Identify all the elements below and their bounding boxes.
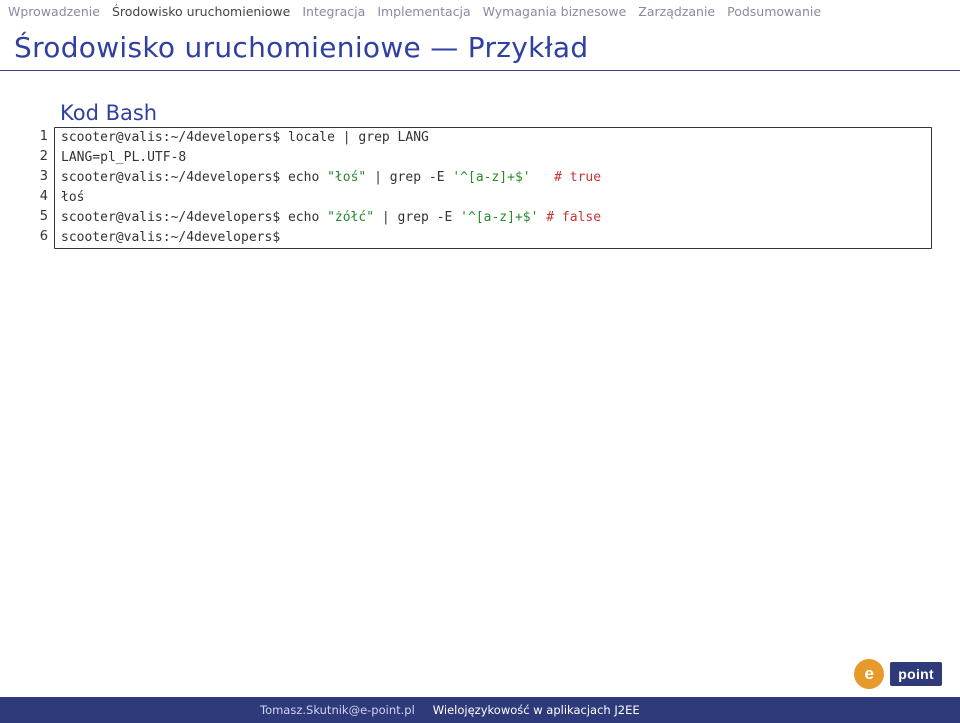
code-token: łoś <box>61 190 84 205</box>
code-line: łoś <box>55 188 931 208</box>
title-rule <box>0 70 960 71</box>
code-token: scooter@valis:~/4developers$ echo <box>61 170 327 185</box>
code-token-tok-kw: # true <box>554 170 601 185</box>
nav-item-3[interactable]: Implementacja <box>377 4 470 19</box>
code-token: scooter@valis:~/4developers$ locale | gr… <box>61 130 429 145</box>
code-line: LANG=pl_PL.UTF-8 <box>55 148 931 168</box>
brand-logo: e point <box>854 659 942 689</box>
footer-bar: Tomasz.Skutnik@e-point.pl Wielojęzykowoś… <box>0 697 960 723</box>
logo-point-label: point <box>890 662 942 686</box>
nav-item-1[interactable]: Środowisko uruchomieniowe <box>112 4 290 19</box>
code-block: Kod Bash 123456 scooter@valis:~/4develop… <box>0 101 960 249</box>
code-token: | grep -E <box>366 170 452 185</box>
footer-talk-title: Wielojęzykowość w aplikacjach J2EE <box>433 703 640 717</box>
line-number: 2 <box>28 147 54 167</box>
code-token: scooter@valis:~/4developers$ <box>61 230 280 245</box>
line-number: 4 <box>28 187 54 207</box>
footer-author: Tomasz.Skutnik@e-point.pl <box>260 703 415 717</box>
code-line: scooter@valis:~/4developers$ locale | gr… <box>55 128 931 148</box>
slide-title: Środowisko uruchomieniowe — Przykład <box>0 25 960 70</box>
code-heading: Kod Bash <box>60 101 932 125</box>
code-line: scooter@valis:~/4developers$ <box>55 228 931 248</box>
code-token-tok-str: "żółć" <box>327 210 374 225</box>
code-token <box>531 170 554 185</box>
line-number: 1 <box>28 127 54 147</box>
code-token-tok-str: '^[a-z]+$' <box>460 210 538 225</box>
code-token-tok-str: "łoś" <box>327 170 366 185</box>
line-number: 6 <box>28 227 54 247</box>
nav-item-4[interactable]: Wymagania biznesowe <box>483 4 627 19</box>
code-token-tok-kw: # false <box>546 210 601 225</box>
code-token: LANG=pl_PL.UTF-8 <box>61 150 186 165</box>
nav-item-2[interactable]: Integracja <box>302 4 365 19</box>
nav-item-6[interactable]: Podsumowanie <box>727 4 821 19</box>
code-box: scooter@valis:~/4developers$ locale | gr… <box>54 127 932 249</box>
nav-item-5[interactable]: Zarządzanie <box>638 4 715 19</box>
logo-e-icon: e <box>854 659 884 689</box>
section-nav: Wprowadzenie Środowisko uruchomieniowe I… <box>0 0 960 23</box>
code-gutter: 123456 <box>28 127 54 249</box>
line-number: 5 <box>28 207 54 227</box>
nav-item-0[interactable]: Wprowadzenie <box>8 4 100 19</box>
line-number: 3 <box>28 167 54 187</box>
code-token: | grep -E <box>374 210 460 225</box>
code-token: scooter@valis:~/4developers$ echo <box>61 210 327 225</box>
code-line: scooter@valis:~/4developers$ echo "żółć"… <box>55 208 931 228</box>
code-line: scooter@valis:~/4developers$ echo "łoś" … <box>55 168 931 188</box>
code-token-tok-str: '^[a-z]+$' <box>452 170 530 185</box>
code-area: 123456 scooter@valis:~/4developers$ loca… <box>28 127 932 249</box>
